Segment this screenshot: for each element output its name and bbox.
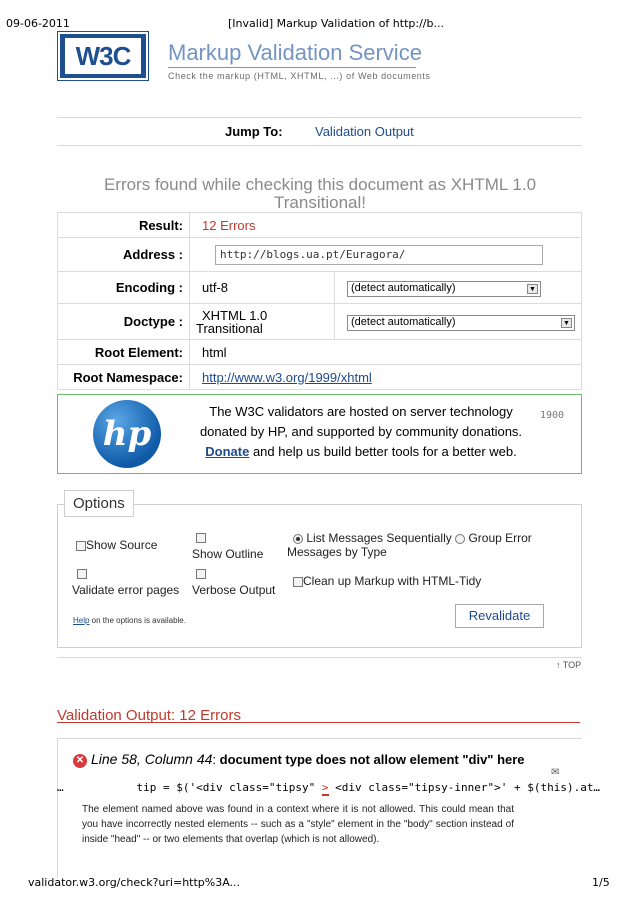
hp-logo-text: hp bbox=[102, 414, 152, 454]
list-sequential-radio[interactable] bbox=[293, 533, 303, 544]
address-label: Address : bbox=[57, 237, 190, 272]
error-description: The element named above was found in a c… bbox=[82, 804, 514, 845]
results-table: Result: 12 Errors Address : http://blogs… bbox=[57, 212, 582, 390]
error-message: document type does not allow element "di… bbox=[219, 752, 525, 767]
sponsor-line2: donated by HP, and supported by communit… bbox=[199, 424, 523, 439]
message-grouping-option[interactable]: List Messages Sequentially Group Error M… bbox=[287, 531, 547, 559]
sponsor-line3: and help us build better tools for a bet… bbox=[249, 444, 517, 459]
visit-counter: 1900 bbox=[540, 410, 565, 421]
address-input[interactable]: http://blogs.ua.pt/Euragora/ bbox=[215, 244, 543, 265]
hp-logo[interactable]: hp bbox=[93, 400, 161, 468]
print-date: 09-06-2011 bbox=[6, 17, 70, 30]
error-location: Line 58, Column 44 bbox=[91, 751, 213, 767]
validate-error-pages-option[interactable]: Validate error pages bbox=[72, 566, 179, 597]
show-source-checkbox[interactable] bbox=[76, 540, 86, 551]
code-suffix: <div class="tipsy-inner">' + $(this).at… bbox=[335, 781, 601, 794]
error-source-code: … tip = $('<div class="tipsy" > <div cla… bbox=[57, 781, 617, 796]
validate-error-pages-checkbox[interactable] bbox=[77, 568, 87, 579]
chevron-down-icon: ▼ bbox=[527, 283, 538, 294]
doctype-label: Doctype : bbox=[57, 303, 190, 340]
tidy-checkbox[interactable] bbox=[293, 576, 303, 587]
doctype-value-line2: Transitional bbox=[196, 320, 263, 336]
top-link[interactable]: ↑ TOP bbox=[556, 660, 581, 670]
doctype-value-line1: XHTML 1.0 bbox=[202, 307, 268, 323]
show-source-option[interactable]: Show Source bbox=[76, 538, 157, 552]
root-element-label: Root Element: bbox=[57, 339, 190, 365]
show-outline-checkbox[interactable] bbox=[196, 532, 206, 543]
tidy-label: Clean up Markup with HTML-Tidy bbox=[303, 574, 482, 588]
group-error-label: Group Error bbox=[468, 531, 532, 545]
validate-error-pages-label: Validate error pages bbox=[72, 583, 180, 597]
root-namespace-link[interactable]: http://www.w3.org/1999/xhtml bbox=[202, 370, 372, 385]
show-source-label: Show Source bbox=[86, 538, 158, 552]
code-error-marker: > bbox=[321, 781, 329, 796]
by-type-label: Messages by Type bbox=[287, 545, 387, 559]
help-link[interactable]: Help bbox=[73, 616, 89, 625]
service-title: Markup Validation Service bbox=[168, 40, 422, 65]
divider bbox=[57, 657, 582, 658]
service-subtitle: Check the markup (HTML, XHTML, ...) of W… bbox=[168, 71, 431, 81]
verbose-output-label: Verbose Output bbox=[192, 583, 276, 597]
encoding-label: Encoding : bbox=[57, 271, 190, 304]
result-value: 12 Errors bbox=[189, 212, 582, 238]
root-element-value: html bbox=[189, 339, 582, 365]
code-prefix: … tip = $('<div class="tipsy" bbox=[57, 781, 316, 794]
title-underline bbox=[168, 67, 416, 68]
print-title: [Invalid] Markup Validation of http://b.… bbox=[228, 17, 444, 30]
error-heading: Line 58, Column 44: document type does n… bbox=[91, 751, 525, 767]
doctype-select-value: (detect automatically) bbox=[351, 315, 456, 328]
jump-validation-output-link[interactable]: Validation Output bbox=[315, 124, 414, 139]
divider bbox=[57, 145, 582, 146]
doctype-select[interactable]: (detect automatically) ▼ bbox=[347, 314, 575, 331]
chevron-down-icon: ▼ bbox=[561, 317, 572, 328]
encoding-select[interactable]: (detect automatically) ▼ bbox=[347, 280, 541, 297]
group-error-radio[interactable] bbox=[455, 533, 466, 544]
print-url: validator.w3.org/check?uri=http%3A... bbox=[28, 876, 241, 889]
result-label: Result: bbox=[57, 212, 190, 238]
validation-output-underline bbox=[57, 722, 580, 723]
w3c-logo-text: W3C bbox=[65, 38, 141, 74]
jump-to-label: Jump To: bbox=[225, 124, 283, 139]
verbose-output-checkbox[interactable] bbox=[196, 568, 206, 579]
encoding-select-value: (detect automatically) bbox=[351, 281, 456, 294]
sponsor-text: The W3C validators are hosted on server … bbox=[195, 402, 527, 462]
help-rest: on the options is available. bbox=[89, 616, 186, 625]
w3c-logo[interactable]: W3C bbox=[57, 31, 149, 81]
error-icon: ✕ bbox=[73, 754, 87, 768]
encoding-value: utf-8 bbox=[189, 271, 335, 304]
list-sequential-label: List Messages Sequentially bbox=[306, 531, 452, 545]
sponsor-line1: The W3C validators are hosted on server … bbox=[209, 404, 513, 419]
root-namespace-label: Root Namespace: bbox=[57, 364, 190, 390]
options-legend[interactable]: Options bbox=[64, 490, 134, 517]
options-help: Help on the options is available. bbox=[73, 616, 186, 625]
tidy-option[interactable]: Clean up Markup with HTML-Tidy bbox=[293, 574, 481, 588]
show-outline-label: Show Outline bbox=[192, 547, 264, 561]
show-outline-option[interactable]: Show Outline bbox=[192, 530, 263, 561]
mail-icon[interactable]: ✉ bbox=[551, 767, 559, 778]
errors-found-heading: Errors found while checking this documen… bbox=[103, 175, 537, 212]
revalidate-button[interactable]: Revalidate bbox=[455, 604, 544, 628]
donate-link[interactable]: Donate bbox=[205, 444, 249, 459]
verbose-output-option[interactable]: Verbose Output bbox=[192, 566, 275, 597]
print-page-number: 1/5 bbox=[592, 876, 610, 889]
divider bbox=[57, 117, 582, 118]
